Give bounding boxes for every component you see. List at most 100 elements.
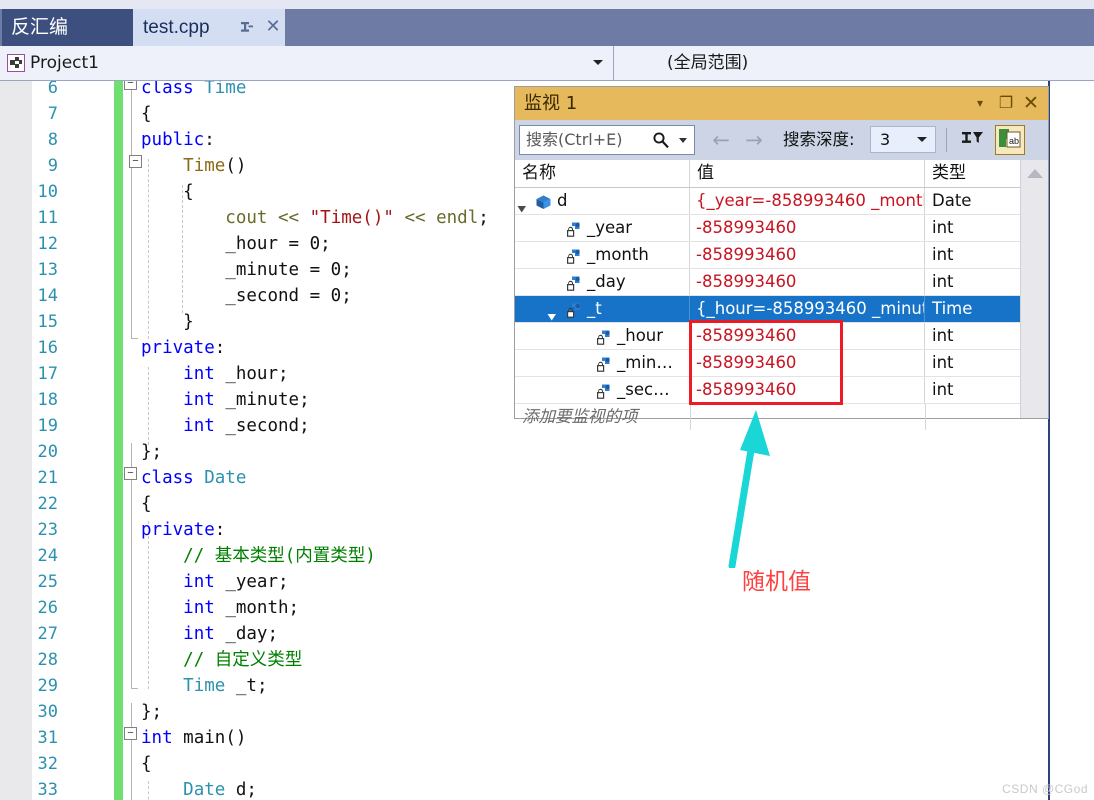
code-line[interactable]: int _year; bbox=[141, 569, 288, 595]
arrow-right-icon[interactable]: → bbox=[740, 126, 768, 154]
search-depth-combo[interactable]: 3 bbox=[870, 126, 936, 153]
watch-cell-value[interactable]: {_year=-858993460 _month… bbox=[690, 188, 925, 214]
code-line[interactable]: _hour = 0; bbox=[141, 231, 330, 257]
watch-row[interactable]: _hour -858993460 int bbox=[515, 323, 1020, 350]
editor-change-bar bbox=[114, 81, 123, 800]
watch-vertical-scrollbar[interactable] bbox=[1020, 160, 1048, 418]
watch-row[interactable]: _year -858993460 int bbox=[515, 215, 1020, 242]
code-line[interactable]: int _minute; bbox=[141, 387, 309, 413]
code-line[interactable]: { bbox=[141, 179, 194, 205]
watch-cell-value[interactable]: -858993460 bbox=[690, 215, 925, 241]
pin-icon[interactable] bbox=[238, 18, 254, 35]
scope-selector-label: (全局范围) bbox=[667, 53, 749, 73]
column-header-type[interactable]: 类型 bbox=[925, 160, 1020, 187]
tab-test-cpp[interactable]: test.cpp ✕ bbox=[133, 9, 285, 46]
code-line[interactable]: int _day; bbox=[141, 621, 278, 647]
close-icon[interactable]: ✕ bbox=[1020, 87, 1042, 120]
watch-cell-value[interactable]: -858993460 bbox=[690, 350, 925, 376]
code-line[interactable]: { bbox=[141, 491, 152, 517]
watch-cell-name[interactable]: _hour bbox=[515, 323, 690, 349]
search-icon[interactable] bbox=[652, 131, 670, 149]
watch-cell-name[interactable]: d bbox=[515, 188, 690, 214]
code-line[interactable]: // 基本类型(内置类型) bbox=[141, 543, 376, 569]
code-line[interactable]: int _hour; bbox=[141, 361, 288, 387]
chevron-down-icon[interactable] bbox=[679, 138, 687, 143]
fold-toggle-main[interactable]: − bbox=[124, 727, 137, 740]
watch-window[interactable]: 监视 1 ▾ ❐ ✕ 搜索(Ctrl+E) ← → 搜索深度: 3 ab 名称 … bbox=[514, 86, 1049, 430]
chevron-down-icon bbox=[917, 137, 927, 142]
column-header-value[interactable]: 值 bbox=[690, 160, 925, 187]
watch-window-title: 监视 1 bbox=[524, 93, 578, 114]
line-number: 9 bbox=[47, 156, 58, 176]
watch-cell-name[interactable]: _sec… bbox=[515, 377, 690, 403]
code-line[interactable]: private: bbox=[141, 335, 225, 361]
chevron-down-icon[interactable]: ▾ bbox=[970, 87, 990, 120]
editor-fold-margin[interactable] bbox=[123, 81, 141, 800]
code-line[interactable]: Time _t; bbox=[141, 673, 267, 699]
code-line[interactable]: int _second; bbox=[141, 413, 309, 439]
watch-cell-value[interactable]: -858993460 bbox=[690, 323, 925, 349]
tab-strip: 反汇编 test.cpp ✕ bbox=[0, 0, 1094, 46]
watch-grid[interactable]: 名称 值 类型 d {_year=-858993460 _month… Date _y… bbox=[515, 160, 1048, 430]
code-line[interactable]: Time() bbox=[141, 153, 246, 179]
watch-row-name: _day bbox=[587, 272, 626, 291]
code-line[interactable]: _second = 0; bbox=[141, 283, 351, 309]
watch-row[interactable]: _t {_hour=-858993460 _minut… Time bbox=[515, 296, 1020, 323]
chevron-down-icon bbox=[593, 60, 603, 65]
code-line[interactable]: class Date bbox=[141, 465, 246, 491]
code-line[interactable]: { bbox=[141, 751, 152, 777]
code-line[interactable]: // 自定义类型 bbox=[141, 647, 302, 673]
code-line[interactable]: public: bbox=[141, 127, 215, 153]
code-line[interactable]: int _month; bbox=[141, 595, 299, 621]
scope-selector[interactable]: (全局范围) bbox=[615, 46, 1094, 80]
line-number: 30 bbox=[37, 702, 58, 722]
line-number: 14 bbox=[37, 286, 58, 306]
watch-row[interactable]: _day -858993460 int bbox=[515, 269, 1020, 296]
watch-cell-name[interactable]: _year bbox=[515, 215, 690, 241]
search-depth-label: 搜索深度: bbox=[783, 130, 855, 149]
expander-icon[interactable] bbox=[517, 196, 527, 213]
watch-window-titlebar[interactable]: 监视 1 ▾ ❐ ✕ bbox=[515, 87, 1048, 120]
code-line[interactable]: } bbox=[141, 309, 194, 335]
watch-cell-value[interactable]: -858993460 bbox=[690, 242, 925, 268]
watch-cell-value[interactable]: {_hour=-858993460 _minut… bbox=[690, 296, 925, 322]
code-line[interactable]: private: bbox=[141, 517, 225, 543]
tab-disassembly-label: 反汇编 bbox=[11, 16, 69, 38]
watch-row[interactable]: d {_year=-858993460 _month… Date bbox=[515, 188, 1020, 215]
watch-cell-value[interactable]: -858993460 bbox=[690, 269, 925, 295]
code-line[interactable]: class Time bbox=[141, 81, 246, 101]
code-line[interactable]: Date d; bbox=[141, 777, 257, 800]
code-line[interactable]: cout << "Time()" << endl; bbox=[141, 205, 489, 231]
column-header-name[interactable]: 名称 bbox=[515, 160, 690, 187]
code-line[interactable]: int main() bbox=[141, 725, 246, 751]
watch-cell-name[interactable]: _day bbox=[515, 269, 690, 295]
watch-row[interactable]: _sec… -858993460 int bbox=[515, 377, 1020, 404]
watch-row-name: _sec… bbox=[617, 380, 670, 399]
code-line[interactable]: }; bbox=[141, 699, 162, 725]
search-placeholder: 搜索(Ctrl+E) bbox=[526, 130, 623, 149]
watch-cell-name[interactable]: _min… bbox=[515, 350, 690, 376]
code-line[interactable]: _minute = 0; bbox=[141, 257, 351, 283]
pin-filter-icon[interactable] bbox=[958, 126, 986, 154]
watch-cell-name[interactable]: _t bbox=[515, 296, 690, 322]
watch-cell-value[interactable]: -858993460 bbox=[690, 377, 925, 403]
watch-cell-name[interactable]: _month bbox=[515, 242, 690, 268]
line-number: 15 bbox=[37, 312, 58, 332]
arrow-left-icon[interactable]: ← bbox=[707, 126, 735, 154]
expander-icon[interactable] bbox=[547, 304, 557, 321]
fold-toggle-class-time[interactable]: − bbox=[124, 81, 137, 90]
close-icon[interactable]: ✕ bbox=[264, 16, 282, 36]
fold-toggle-class-date[interactable]: − bbox=[124, 467, 137, 480]
code-line[interactable]: }; bbox=[141, 439, 162, 465]
private-field-icon bbox=[565, 301, 582, 318]
maximize-icon[interactable]: ❐ bbox=[996, 87, 1016, 120]
search-input[interactable]: 搜索(Ctrl+E) bbox=[519, 125, 695, 155]
watch-row[interactable]: _min… -858993460 int bbox=[515, 350, 1020, 377]
line-number: 17 bbox=[37, 364, 58, 384]
scroll-up-icon[interactable] bbox=[1027, 169, 1043, 178]
watch-row[interactable]: _month -858993460 int bbox=[515, 242, 1020, 269]
hex-display-icon[interactable]: ab bbox=[995, 125, 1025, 155]
tab-disassembly[interactable]: 反汇编 bbox=[2, 9, 133, 46]
project-selector[interactable]: Project1 bbox=[0, 46, 614, 80]
code-line[interactable]: { bbox=[141, 101, 152, 127]
